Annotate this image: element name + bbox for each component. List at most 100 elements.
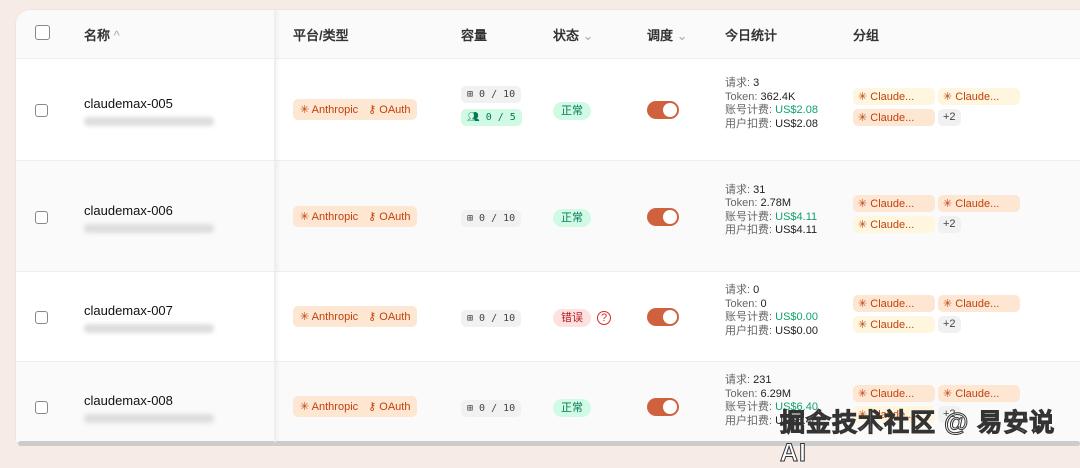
key-icon: ⚷ (368, 210, 377, 223)
row-checkbox[interactable] (35, 311, 48, 324)
group-tag[interactable]: ✳ Claude... (853, 109, 935, 126)
anthropic-icon: ✳ (858, 319, 868, 331)
watermark: 掘金技术社区 @ 易安说AI (780, 409, 1056, 468)
group-tag[interactable]: ✳ Claude... (938, 295, 1020, 312)
col-group: 分组 (853, 27, 880, 43)
more-groups-badge[interactable]: +2 (938, 316, 961, 333)
schedule-toggle[interactable] (647, 207, 679, 226)
group-tags: ✳ Claude... ✳ Claude... ✳ Claude... +2 (853, 194, 1020, 233)
account-name[interactable]: claudemax-005 (84, 96, 214, 111)
capacity-value: 0 / 10 (479, 403, 516, 414)
table-row[interactable]: claudemax-005 ✳ Anthropic ⚷ OAuth ⊞ 0 / 1… (16, 58, 1080, 160)
schedule-toggle[interactable] (647, 308, 679, 326)
anthropic-icon: ✳ (858, 388, 868, 400)
platform-label: Anthropic (311, 311, 359, 323)
col-status-label: 状态 (553, 27, 580, 43)
requests-value: 3 (753, 77, 760, 89)
account-name[interactable]: claudemax-008 (84, 393, 214, 408)
user-capacity-value: 0 / 5 (485, 112, 516, 123)
row-checkbox[interactable] (35, 401, 48, 414)
account-email-redacted (84, 117, 214, 126)
row-checkbox[interactable] (35, 210, 48, 224)
row-checkbox[interactable] (35, 104, 48, 117)
token-value: 362.4K (760, 90, 796, 103)
anthropic-icon: ✳ (943, 197, 953, 210)
group-tag[interactable]: ✳ Claude... (853, 88, 935, 105)
anthropic-icon: ✳ (300, 210, 310, 223)
col-schedule[interactable]: 调度 ⌄ (647, 25, 688, 44)
type-label: OAuth (379, 401, 411, 413)
group-tag[interactable]: ✳ Claude... (853, 385, 935, 402)
col-name[interactable]: 名称 ^ (84, 25, 120, 44)
capacity-badge: ⊞ 0 / 10 (461, 209, 522, 227)
group-tag-label: Claude... (870, 218, 915, 231)
group-tag-label: Claude... (955, 388, 1000, 400)
group-tags: ✳ Claude... ✳ Claude... ✳ Claude... +2 (853, 295, 1020, 333)
account-name[interactable]: claudemax-006 (84, 203, 214, 218)
platform-badge: ✳ Anthropic ⚷ OAuth (293, 205, 418, 227)
account-name[interactable]: claudemax-007 (84, 303, 214, 318)
key-icon: ⚷ (368, 104, 377, 116)
col-capacity: 容量 (461, 27, 488, 43)
group-tag[interactable]: ✳ Claude... (938, 194, 1020, 212)
group-tags: ✳ Claude... ✳ Claude... ✳ Claude... +2 (853, 88, 1020, 126)
platform-label: Anthropic (311, 401, 359, 413)
group-tag-label: Claude... (955, 197, 1000, 210)
today-stats: 请求: 31 Token: 2.78M 账号计费: US$4.11 用户扣费: … (725, 184, 817, 238)
label: 账号计费: (725, 104, 776, 116)
account-cost-value: US$4.11 (775, 210, 818, 223)
status-badge: 正常 (553, 208, 591, 227)
more-groups-badge[interactable]: +2 (938, 109, 961, 126)
label: 请求: (725, 183, 754, 196)
group-tag[interactable]: ✳ Claude... (853, 295, 935, 312)
token-value: 0 (760, 297, 767, 310)
group-tag[interactable]: ✳ Claude... (853, 316, 935, 333)
platform-badge: ✳ Anthropic ⚷ OAuth (293, 306, 418, 327)
status-badge: 正常 (553, 102, 591, 120)
col-today: 今日统计 (725, 27, 778, 43)
token-value: 2.78M (760, 197, 792, 209)
capacity-value: 0 / 10 (479, 212, 516, 224)
group-tag-label: Claude... (870, 91, 915, 103)
schedule-toggle[interactable] (647, 398, 679, 416)
capacity-value: 0 / 10 (479, 313, 516, 324)
label: 用户扣费: (725, 224, 776, 236)
group-tag[interactable]: ✳ Claude... (853, 194, 935, 212)
anthropic-icon: ✳ (300, 401, 310, 413)
table-row[interactable]: claudemax-007 ✳ Anthropic ⚷ OAuth ⊞ 0 / 1… (16, 271, 1080, 361)
schedule-toggle[interactable] (647, 101, 679, 119)
anthropic-icon: ✳ (300, 104, 310, 116)
col-status[interactable]: 状态 ⌄ (553, 25, 594, 44)
group-tag[interactable]: ✳ Claude... (853, 215, 935, 233)
label: Token: (725, 297, 761, 310)
label: 账号计费: (725, 311, 776, 323)
sort-asc-icon: ^ (113, 27, 120, 43)
anthropic-icon: ✳ (300, 311, 310, 323)
select-all-checkbox[interactable] (35, 25, 50, 40)
label: 账号计费: (725, 210, 776, 223)
more-groups-badge[interactable]: +2 (938, 215, 961, 233)
user-capacity-badge: 👥︎ 0 / 5 (461, 109, 522, 126)
group-tag[interactable]: ✳ Claude... (938, 88, 1020, 105)
label: Token: (725, 197, 761, 209)
anthropic-icon: ✳ (858, 218, 868, 231)
capacity-badge: ⊞ 0 / 10 (461, 310, 522, 327)
table-row[interactable]: claudemax-006 ✳ Anthropic ⚷ OAuth ⊞ 0 / 1… (16, 160, 1080, 271)
group-tag-label: Claude... (870, 388, 915, 400)
group-tag-label: Claude... (870, 298, 915, 310)
label: Token: (725, 90, 761, 103)
capacity-badge: ⊞ 0 / 10 (461, 400, 522, 417)
anthropic-icon: ✳ (858, 91, 868, 103)
anthropic-icon: ✳ (858, 298, 868, 310)
platform-label: Anthropic (311, 104, 359, 116)
help-icon[interactable]: ? (597, 311, 612, 325)
account-email-redacted (84, 414, 214, 423)
label: 用户扣费: (725, 414, 776, 427)
anthropic-icon: ✳ (943, 91, 953, 103)
group-tag[interactable]: ✳ Claude... (938, 385, 1020, 402)
token-value: 6.29M (760, 387, 792, 400)
status-badge: 错误 (553, 309, 591, 327)
label: Token: (725, 387, 761, 400)
requests-value: 231 (753, 374, 772, 386)
label: 用户扣费: (725, 324, 776, 337)
